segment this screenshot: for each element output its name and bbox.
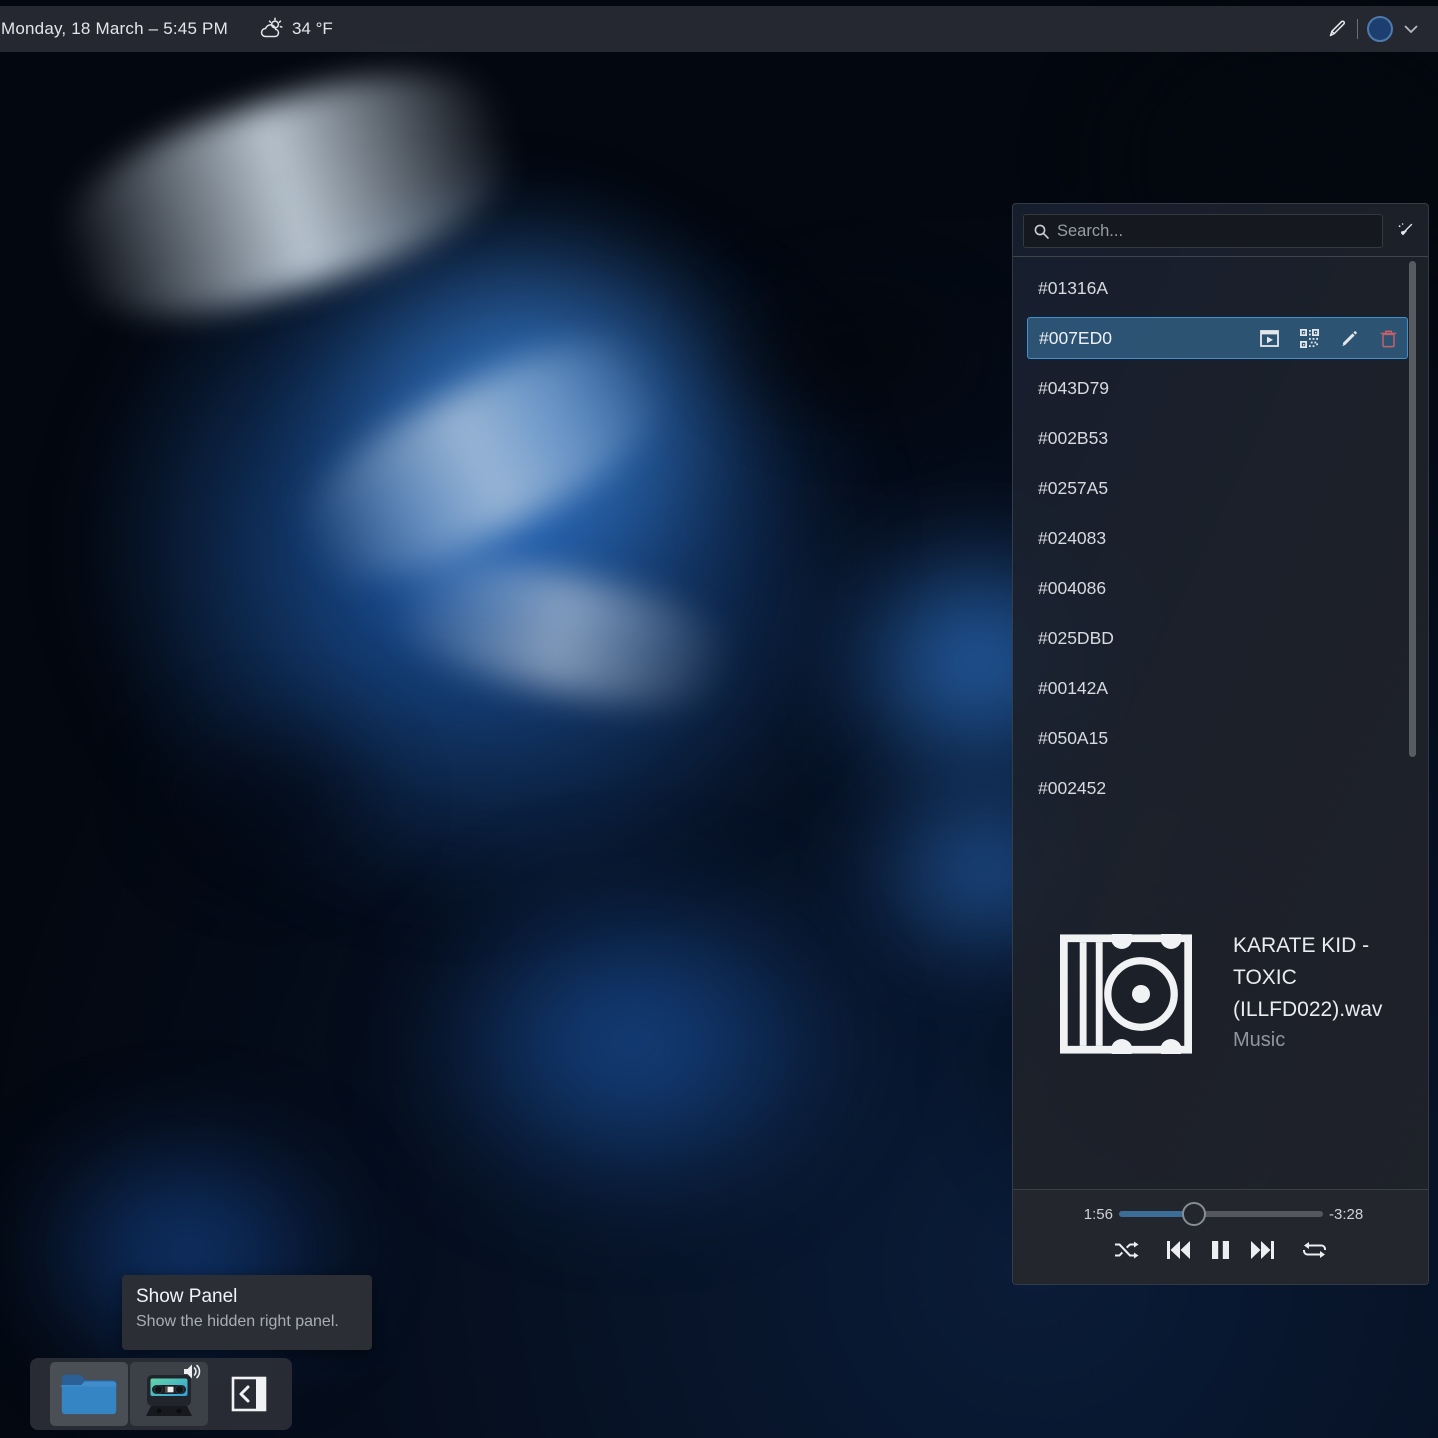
tooltip-title: Show Panel xyxy=(136,1286,358,1308)
clipboard-item[interactable]: #0257A5 xyxy=(1013,463,1428,513)
task-bar xyxy=(30,1358,292,1430)
track-source: Music xyxy=(1233,1029,1419,1052)
clipboard-item[interactable]: #025DBD xyxy=(1013,613,1428,663)
playback-controls xyxy=(1013,1238,1428,1262)
clipboard-item[interactable]: #043D79 xyxy=(1013,363,1428,413)
media-info: KARATE KID - TOXIC (ILLFD022).wav Music xyxy=(1059,934,1419,1054)
clipboard-item[interactable]: #050A15 xyxy=(1013,713,1428,763)
broom-icon xyxy=(1395,221,1415,241)
scrollbar-thumb[interactable] xyxy=(1409,261,1416,757)
skip-forward-icon xyxy=(1248,1238,1277,1262)
clipboard-item-text: #002452 xyxy=(1038,778,1106,799)
clear-history-button[interactable] xyxy=(1393,218,1417,244)
show-panel-icon xyxy=(230,1375,268,1413)
folder-icon xyxy=(59,1370,119,1418)
color-picker-icon[interactable] xyxy=(1367,16,1393,42)
album-art-placeholder-icon xyxy=(1059,934,1193,1054)
qr-code-icon[interactable] xyxy=(1300,329,1319,348)
seek-slider-handle[interactable] xyxy=(1182,1202,1206,1226)
repeat-button[interactable] xyxy=(1301,1239,1328,1261)
temperature-label: 34 °F xyxy=(292,19,333,39)
repeat-icon xyxy=(1301,1239,1328,1261)
stylus-pen-icon[interactable] xyxy=(1326,18,1348,40)
skip-backward-icon xyxy=(1164,1238,1193,1262)
shuffle-button[interactable] xyxy=(1113,1239,1140,1261)
previous-button[interactable] xyxy=(1164,1238,1193,1262)
clipboard-item-text: #007ED0 xyxy=(1039,328,1112,349)
system-tray-popup: #01316A #007ED0 xyxy=(1012,203,1429,1285)
search-icon xyxy=(1033,223,1050,240)
clipboard-item-text: #050A15 xyxy=(1038,728,1108,749)
clipboard-item[interactable]: #002452 xyxy=(1013,763,1428,801)
search-box[interactable] xyxy=(1023,214,1383,248)
tooltip: Show Panel Show the hidden right panel. xyxy=(122,1275,372,1350)
clipboard-item[interactable]: #004086 xyxy=(1013,563,1428,613)
task-show-panel[interactable] xyxy=(210,1362,288,1426)
clock-datetime[interactable]: Monday, 18 March – 5:45 PM xyxy=(1,19,228,39)
clipboard-item-text: #002B53 xyxy=(1038,428,1108,449)
chevron-down-icon[interactable] xyxy=(1402,20,1420,38)
track-title: KARATE KID - TOXIC (ILLFD022).wav xyxy=(1233,930,1419,1026)
clipboard-item-text: #0257A5 xyxy=(1038,478,1108,499)
task-file-manager[interactable] xyxy=(50,1362,128,1426)
search-input[interactable] xyxy=(1057,222,1357,241)
task-media-player[interactable] xyxy=(130,1362,208,1426)
clipboard-item-actions xyxy=(1260,329,1397,348)
clipboard-item-text: #00142A xyxy=(1038,678,1108,699)
pause-icon xyxy=(1209,1238,1232,1262)
system-tray xyxy=(1326,16,1420,42)
clipboard-item-text: #043D79 xyxy=(1038,378,1109,399)
clipboard-item[interactable]: #00142A xyxy=(1013,663,1428,713)
weather-widget[interactable]: 34 °F xyxy=(259,16,333,42)
clipboard-item[interactable]: #002B53 xyxy=(1013,413,1428,463)
shuffle-icon xyxy=(1113,1239,1140,1261)
time-remaining: -3:28 xyxy=(1329,1206,1363,1223)
clipboard-history-list: #01316A #007ED0 xyxy=(1013,259,1428,801)
clipboard-item-text: #01316A xyxy=(1038,278,1108,299)
clipboard-item-text: #004086 xyxy=(1038,578,1106,599)
invoke-action-icon[interactable] xyxy=(1260,330,1279,347)
tooltip-subtitle: Show the hidden right panel. xyxy=(136,1313,358,1331)
time-elapsed: 1:56 xyxy=(1013,1206,1113,1223)
next-button[interactable] xyxy=(1248,1238,1277,1262)
volume-icon xyxy=(182,1362,202,1381)
clipboard-item[interactable]: #01316A xyxy=(1013,263,1428,313)
sun-behind-cloud-icon xyxy=(259,16,285,42)
pause-button[interactable] xyxy=(1209,1238,1232,1262)
clipboard-item[interactable]: #024083 xyxy=(1013,513,1428,563)
delete-icon[interactable] xyxy=(1380,329,1397,348)
tray-separator xyxy=(1357,19,1358,39)
clipboard-item-text: #025DBD xyxy=(1038,628,1114,649)
clipboard-item-text: #024083 xyxy=(1038,528,1106,549)
top-panel: Monday, 18 March – 5:45 PM 34 °F xyxy=(0,6,1438,52)
edit-icon[interactable] xyxy=(1340,329,1359,348)
player-controls-footer: 1:56 -3:28 xyxy=(1013,1189,1428,1284)
seek-slider[interactable] xyxy=(1119,1211,1323,1217)
clipboard-item-selected[interactable]: #007ED0 xyxy=(1027,317,1408,359)
search-strip xyxy=(1013,204,1428,257)
